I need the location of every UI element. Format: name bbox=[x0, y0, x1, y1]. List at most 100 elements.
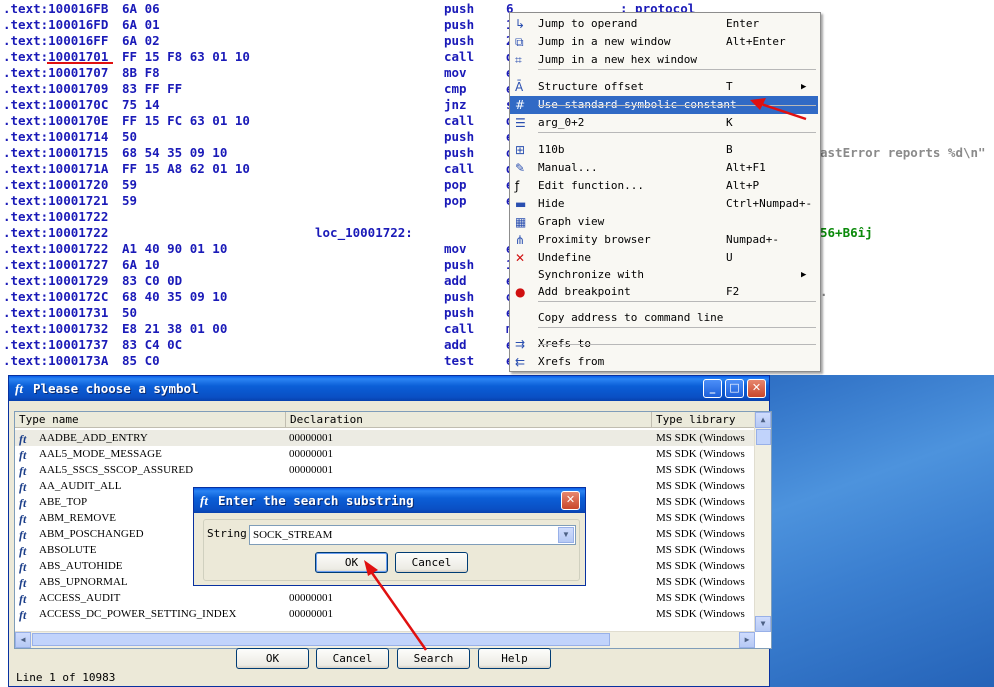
mnemonic: mov bbox=[444, 241, 467, 256]
symbol-name: ABS_AUTOHIDE bbox=[39, 560, 123, 572]
listing-line[interactable]: .text:1000170C75 14jnzs bbox=[3, 97, 514, 113]
maximize-button[interactable]: □ bbox=[725, 379, 744, 398]
graph-icon: ▦ bbox=[515, 215, 527, 229]
symbol-icon: ft bbox=[19, 448, 27, 462]
listing-line[interactable]: .text:10001722 loc_10001722: bbox=[3, 225, 503, 241]
opcode-bytes: A1 40 90 01 10 bbox=[122, 241, 228, 256]
stack-var-icon: ☰ bbox=[515, 116, 526, 130]
chevron-down-icon[interactable]: ▼ bbox=[558, 527, 574, 543]
vertical-scroll-thumb[interactable] bbox=[756, 429, 771, 445]
ok-button[interactable]: OK bbox=[236, 648, 309, 669]
help-button[interactable]: Help bbox=[478, 648, 551, 669]
menu-item-jump-in-a-new-hex-window[interactable]: ⌗ Jump in a new hex window bbox=[510, 51, 818, 69]
search-string-value: SOCK_STREAM bbox=[253, 529, 333, 541]
listing-line[interactable]: .text:1000173783 C4 0Cadde bbox=[3, 337, 514, 353]
opcode-bytes: 8B F8 bbox=[122, 65, 160, 80]
hex-window-icon: ⌗ bbox=[515, 53, 522, 67]
opcode-bytes: E8 21 38 01 00 bbox=[122, 321, 228, 336]
scroll-left-button[interactable]: ◀ bbox=[15, 632, 31, 648]
menu-item-edit-function[interactable]: ƒ Edit function... Alt+P bbox=[510, 177, 818, 195]
menu-item-label: Undefine bbox=[538, 251, 591, 264]
string-label: String bbox=[207, 527, 247, 540]
listing-line[interactable]: .text:10001732E8 21 38 01 00callm bbox=[3, 321, 514, 337]
horizontal-scroll-thumb[interactable] bbox=[32, 633, 610, 646]
column-header-declaration[interactable]: Declaration bbox=[286, 412, 652, 428]
submenu-arrow-icon: ▶ bbox=[801, 270, 807, 280]
opcode-bytes: FF 15 A8 62 01 10 bbox=[122, 161, 250, 176]
menu-separator bbox=[538, 327, 816, 328]
listing-line[interactable]: .text:10001722A1 40 90 01 10move bbox=[3, 241, 514, 257]
menu-item-jump-to-operand[interactable]: ↳ Jump to operand Enter bbox=[510, 15, 818, 33]
menu-item-proximity-browser[interactable]: ⋔ Proximity browser Numpad+- bbox=[510, 231, 818, 249]
listing-line[interactable]: .text:1000171450pushe bbox=[3, 129, 514, 145]
menu-item-undefine[interactable]: ✕ Undefine U bbox=[510, 249, 818, 267]
listing-line[interactable]: .text:1000172983 C0 0Dadde bbox=[3, 273, 514, 289]
listing-line[interactable]: .text:10001722 bbox=[3, 209, 503, 225]
column-header-type-library[interactable]: Type library bbox=[652, 412, 755, 428]
symbol-library: MS SDK (Windows bbox=[656, 432, 745, 444]
table-row[interactable]: ft AAL5_SSCS_SSCOP_ASSURED 00000001 MS SDK … bbox=[15, 462, 755, 478]
listing-line[interactable]: .text:1000170983 FF FFcmpe bbox=[3, 81, 514, 97]
listing-line[interactable]: .text:1000171568 54 35 09 10pusho bbox=[3, 145, 514, 161]
menu-item-hide[interactable]: ▬ Hide Ctrl+Numpad+- bbox=[510, 195, 818, 213]
menu-item-label: Structure offset bbox=[538, 80, 644, 93]
symbol-icon: ft bbox=[15, 381, 23, 396]
menu-item-110b[interactable]: ⊞ 110b B bbox=[510, 141, 818, 159]
listing-line[interactable]: .text:1000170EFF 15 FC 63 01 10calld bbox=[3, 113, 514, 129]
scroll-right-button[interactable]: ▶ bbox=[739, 632, 755, 648]
listing-line[interactable]: .text:100016FD6A 01push1 bbox=[3, 17, 514, 33]
address: .text:1000172C bbox=[3, 289, 109, 304]
disassembly-listing[interactable]: .text:100016FB 6A 06 push 6 .text:100016FD 6A… bbox=[0, 0, 994, 375]
function-icon: ƒ bbox=[515, 179, 520, 193]
symbol-name: AAL5_MODE_MESSAGE bbox=[39, 448, 162, 460]
listing-line[interactable]: .text:100017276A 10push1 bbox=[3, 257, 514, 273]
menu-item-shortcut: B bbox=[726, 143, 733, 156]
vertical-scrollbar[interactable]: ▲ ▼ bbox=[754, 412, 771, 632]
address: .text:10001732 bbox=[3, 321, 109, 336]
listing-line[interactable]: .text:1000172059pope bbox=[3, 177, 514, 193]
scroll-down-button[interactable]: ▼ bbox=[755, 616, 771, 632]
close-button[interactable]: ✕ bbox=[561, 491, 580, 510]
listing-line[interactable]: .text:1000172C68 40 35 09 10pusho bbox=[3, 289, 514, 305]
search-string-combobox[interactable]: SOCK_STREAM ▼ bbox=[249, 525, 576, 545]
table-row[interactable]: ft AAL5_MODE_MESSAGE 00000001 MS SDK (Windo… bbox=[15, 446, 755, 462]
listing-line[interactable]: .text:1000172159pope bbox=[3, 193, 514, 209]
scroll-up-button[interactable]: ▲ bbox=[755, 412, 771, 428]
symbol-library: MS SDK (Windows bbox=[656, 576, 745, 588]
symbol-name: AA_AUDIT_ALL bbox=[39, 480, 122, 492]
menu-separator bbox=[538, 69, 816, 70]
table-row[interactable]: ft AADBE_ADD_ENTRY 00000001 MS SDK (Windows bbox=[15, 430, 755, 446]
listing-line[interactable]: .text:1000173A85 C0teste bbox=[3, 353, 514, 369]
listing-line[interactable]: .text:100016FB 6A 06 push 6 bbox=[3, 1, 514, 17]
listing-line[interactable]: .text:100016FF6A 02push2 bbox=[3, 33, 514, 49]
menu-item-manual[interactable]: ✎ Manual... Alt+F1 bbox=[510, 159, 818, 177]
symbol-icon: ft bbox=[19, 576, 27, 590]
listing-line[interactable]: .text:1000173150pushe bbox=[3, 305, 514, 321]
menu-item-copy-address-to-command-line[interactable]: Copy address to command line bbox=[510, 309, 818, 327]
listing-line[interactable]: .text:1000171AFF 15 A8 62 01 10calld bbox=[3, 161, 514, 177]
menu-item-label: Xrefs from bbox=[538, 355, 605, 368]
opcode-bytes: 6A 06 bbox=[122, 1, 160, 16]
symbol-name: ACCESS_DC_POWER_SETTING_INDEX bbox=[39, 608, 237, 620]
symbol-window-titlebar[interactable]: ft Please choose a symbol _ □ ✕ bbox=[9, 376, 769, 401]
column-header-type-name[interactable]: Type name bbox=[15, 412, 286, 428]
proximity-icon: ⋔ bbox=[515, 233, 526, 247]
close-button[interactable]: ✕ bbox=[747, 379, 766, 398]
menu-item-xrefs-from[interactable]: ⇇ Xrefs from bbox=[510, 353, 818, 371]
menu-item-add-breakpoint[interactable]: ● Add breakpoint F2 bbox=[510, 283, 818, 301]
address: .text:10001715 bbox=[3, 145, 109, 160]
search-dialog-title: Enter the search substring bbox=[218, 493, 414, 508]
mnemonic: call bbox=[444, 49, 475, 64]
context-menu[interactable]: ↳ Jump to operand Enter ⧉ Jump in a new wind… bbox=[509, 12, 821, 372]
opcode-bytes: 83 FF FF bbox=[122, 81, 183, 96]
symbol-icon: ft bbox=[19, 560, 27, 574]
menu-item-jump-in-a-new-window[interactable]: ⧉ Jump in a new window Alt+Enter bbox=[510, 33, 818, 51]
menu-item-synchronize-with[interactable]: Synchronize with ▶ bbox=[510, 266, 818, 284]
menu-item-graph-view[interactable]: ▦ Graph view bbox=[510, 213, 818, 231]
address: .text:10001731 bbox=[3, 305, 109, 320]
menu-separator bbox=[538, 301, 816, 302]
listing-line[interactable]: .text:100017078B F8move bbox=[3, 65, 514, 81]
search-dialog-titlebar[interactable]: ft Enter the search substring ✕ bbox=[194, 488, 585, 513]
minimize-button[interactable]: _ bbox=[703, 379, 722, 398]
menu-item-shortcut: Numpad+- bbox=[726, 233, 779, 246]
